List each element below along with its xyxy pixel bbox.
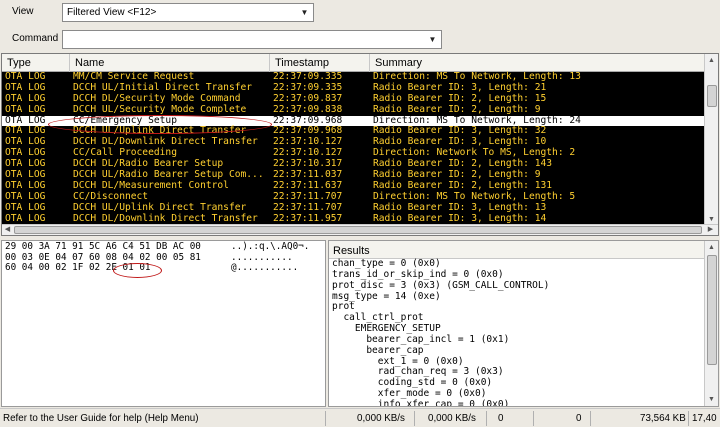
scroll-thumb[interactable] (707, 85, 717, 107)
hex-dump-pane: 29 00 3A 71 91 5C A6 C4 51 DB AC 00 ..).… (1, 240, 326, 407)
cell-timestamp: 22:37:11.707 (273, 201, 343, 213)
command-toolbar: Command ▼ (0, 27, 720, 52)
column-header-type[interactable]: Type (2, 54, 70, 72)
hex-line: 60 04 00 02 1F 02 2E 01 01 @........... (2, 262, 325, 274)
log-grid: Type Name Timestamp Summary OTA LOG MM/CM… (1, 53, 719, 236)
command-label: Command (12, 33, 59, 44)
tree-node[interactable]: prot_disc = 3 (0x3) (GSM_CALL_CONTROL) (332, 280, 718, 292)
status-divider (688, 411, 689, 426)
grid-vertical-scrollbar[interactable]: ▲ ▼ (704, 54, 718, 226)
chevron-down-icon[interactable]: ▼ (426, 33, 439, 46)
tree-node[interactable]: msg_type = 14 (0xe) (332, 291, 718, 303)
chevron-down-icon[interactable]: ▼ (298, 6, 311, 19)
status-memory: 73,564 KB (640, 413, 686, 424)
cell-type: OTA LOG (5, 212, 46, 224)
scroll-right-icon[interactable]: ▶ (705, 225, 716, 235)
view-select[interactable]: Filtered View <F12> ▼ (62, 3, 314, 22)
table-row[interactable]: OTA LOG DCCH UL/Security Mode Complete 22:… (2, 103, 705, 116)
grid-horizontal-scrollbar[interactable]: ◀ ▶ (2, 224, 718, 235)
cell-summary: Radio Bearer ID: 3, Length: 13 (373, 201, 547, 213)
status-divider (414, 411, 415, 426)
cell-summary: Radio Bearer ID: 2, Length: 9 (373, 103, 541, 115)
scroll-up-icon[interactable]: ▲ (705, 54, 718, 67)
status-help-text: Refer to the User Guide for help (Help M… (3, 413, 199, 424)
command-input[interactable]: ▼ (62, 30, 442, 49)
cell-name: DCCH DL/Downlink Direct Transfer (73, 212, 258, 224)
scroll-down-icon[interactable]: ▼ (705, 393, 718, 406)
status-count: 0 (498, 413, 504, 424)
view-toolbar: View Filtered View <F12> ▼ (0, 0, 720, 25)
grid-header: Type Name Timestamp Summary (2, 54, 705, 72)
status-bar: Refer to the User Guide for help (Help M… (0, 408, 720, 427)
status-divider (533, 411, 534, 426)
hex-bytes: 29 00 3A 71 91 5C A6 C4 51 DB AC 00 (5, 241, 201, 252)
table-row[interactable]: OTA LOG DCCH UL/Uplink Direct Transfer 22:… (2, 201, 705, 214)
cell-type: OTA LOG (5, 103, 46, 115)
hex-line: 29 00 3A 71 91 5C A6 C4 51 DB AC 00 ..).… (2, 241, 325, 253)
column-header-name[interactable]: Name (70, 54, 270, 72)
tree-node[interactable]: bearer_cap (332, 345, 718, 357)
column-header-summary[interactable]: Summary (370, 54, 705, 72)
view-select-value: Filtered View <F12> (67, 7, 157, 18)
results-title: Results (329, 241, 718, 259)
status-divider (486, 411, 487, 426)
scroll-left-icon[interactable]: ◀ (2, 225, 13, 235)
grid-body: OTA LOG MM/CM Service Request 22:37:09.335… (2, 71, 705, 225)
cell-timestamp: 22:37:09.838 (273, 103, 343, 115)
cell-type: OTA LOG (5, 201, 46, 213)
scroll-thumb[interactable] (707, 255, 717, 365)
view-label: View (12, 6, 34, 17)
cell-name: DCCH UL/Security Mode Complete (73, 103, 247, 115)
cell-name: DCCH UL/Uplink Direct Transfer (73, 201, 247, 213)
annotation-ellipse (113, 263, 162, 278)
annotation-ellipse (48, 115, 272, 134)
results-tree: chan_type = 0 (0x0) trans_id_or_skip_ind … (329, 258, 718, 406)
status-zero: 0 (576, 413, 582, 424)
column-header-timestamp[interactable]: Timestamp (270, 54, 370, 72)
results-vertical-scrollbar[interactable]: ▲ ▼ (704, 241, 718, 406)
table-row[interactable]: OTA LOG DCCH DL/Downlink Direct Transfer 2… (2, 212, 705, 225)
cell-summary: Radio Bearer ID: 3, Length: 14 (373, 212, 547, 224)
hex-ascii: ..).:q.\.AQ0¬. (231, 241, 310, 252)
results-pane: Results chan_type = 0 (0x0) trans_id_or_s… (328, 240, 719, 407)
tree-node[interactable]: info_xfer_cap = 0 (0x0) (332, 399, 718, 406)
status-divider (325, 411, 326, 426)
cell-timestamp: 22:37:11.957 (273, 212, 343, 224)
hex-ascii: @........... (231, 262, 299, 273)
scroll-up-icon[interactable]: ▲ (705, 241, 718, 254)
scroll-thumb[interactable] (14, 226, 702, 234)
status-rate-out: 0,000 KB/s (428, 413, 476, 424)
status-divider (590, 411, 591, 426)
status-time: 17,40 M (692, 413, 720, 424)
status-rate-in: 0,000 KB/s (357, 413, 405, 424)
